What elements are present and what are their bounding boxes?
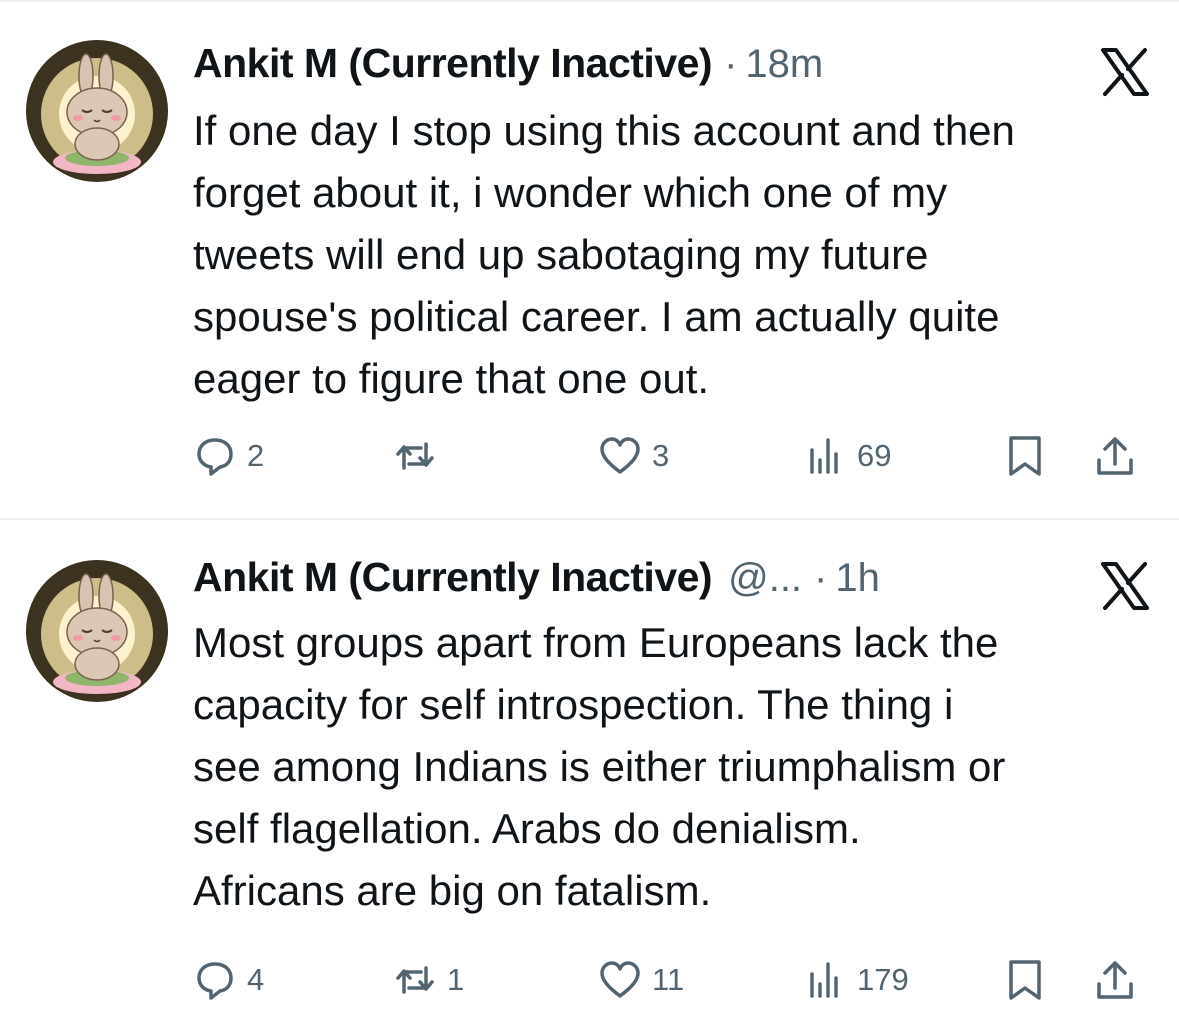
tweet-header: Ankit M (Currently Inactive) · 18m — [193, 40, 823, 100]
views-icon — [810, 438, 838, 474]
author-name[interactable]: Ankit M (Currently Inactive) — [193, 554, 713, 601]
bunny-avatar-image — [26, 560, 168, 702]
bookmark-button[interactable] — [1003, 426, 1047, 486]
avatar[interactable] — [26, 560, 168, 702]
top-divider — [0, 0, 1179, 6]
tweet-text-line: Africans are big on fatalism. — [193, 867, 712, 914]
bookmark-button[interactable] — [1003, 950, 1047, 1010]
like-button[interactable]: 3 — [598, 426, 669, 486]
tweet-text: Most groups apart from Europeans lack th… — [193, 612, 1153, 922]
avatar[interactable] — [26, 40, 168, 182]
author-name[interactable]: Ankit M (Currently Inactive) — [193, 40, 713, 87]
views-icon — [810, 962, 838, 998]
bookmark-icon — [1009, 436, 1041, 476]
like-count: 3 — [652, 438, 670, 473]
tweet-text-line: Most groups apart from Europeans lack th… — [193, 619, 999, 666]
reply-count: 2 — [247, 438, 265, 473]
like-count: 11 — [652, 962, 685, 997]
reply-button[interactable]: 2 — [193, 426, 264, 486]
tweet-header: Ankit M (Currently Inactive) @... · 1h — [193, 554, 880, 614]
reply-button[interactable]: 4 — [193, 950, 264, 1010]
x-logo-icon — [1099, 560, 1151, 612]
separator-dot: · — [724, 42, 738, 86]
timeline-feed: Ankit M (Currently Inactive) · 18m If on… — [0, 0, 1179, 1029]
tweet-actions: 2 3 69 — [193, 426, 1149, 486]
heart-icon — [600, 961, 640, 998]
bookmark-icon — [1009, 960, 1041, 1000]
retweet-icon — [396, 442, 434, 470]
views-button[interactable]: 179 — [803, 950, 909, 1010]
like-button[interactable]: 11 — [598, 950, 684, 1010]
tweet[interactable]: Ankit M (Currently Inactive) @... · 1h M… — [0, 520, 1179, 1029]
views-button[interactable]: 69 — [803, 426, 891, 486]
share-icon — [1097, 961, 1133, 999]
reply-icon — [197, 438, 233, 476]
tweet-text-line: spouse's political career. I am actually… — [193, 293, 1000, 340]
tweet[interactable]: Ankit M (Currently Inactive) · 18m If on… — [0, 8, 1179, 518]
reply-icon — [197, 962, 233, 1000]
views-count: 69 — [857, 438, 892, 473]
reply-count: 4 — [247, 962, 265, 997]
timestamp[interactable]: 1h — [835, 556, 880, 601]
retweet-count: 1 — [447, 962, 465, 997]
heart-icon — [600, 437, 640, 474]
x-logo-icon — [1099, 46, 1151, 98]
bunny-avatar-image — [26, 40, 168, 182]
timestamp[interactable]: 18m — [745, 42, 823, 87]
tweet-text-line: tweets will end up sabotaging my future — [193, 231, 929, 278]
tweet-text: If one day I stop using this account and… — [193, 100, 1153, 410]
separator-dot: · — [814, 556, 828, 600]
retweet-button[interactable] — [393, 426, 447, 486]
tweet-text-line: see among Indians is either triumphalism… — [193, 743, 1006, 790]
tweet-text-line: capacity for self introspection. The thi… — [193, 681, 954, 728]
tweet-text-line: eager to figure that one out. — [193, 355, 710, 402]
tweet-text-line: self flagellation. Arabs do denialism. — [193, 805, 861, 852]
retweet-button[interactable]: 1 — [393, 950, 464, 1010]
tweet-text-line: forget about it, i wonder which one of m… — [193, 169, 948, 216]
author-handle[interactable]: @... — [728, 556, 802, 601]
share-button[interactable] — [1093, 426, 1137, 486]
retweet-icon — [396, 966, 434, 994]
share-button[interactable] — [1093, 950, 1137, 1010]
views-count: 179 — [857, 962, 909, 997]
tweet-actions: 4 1 11 179 — [193, 950, 1149, 1010]
share-icon — [1097, 437, 1133, 475]
tweet-text-line: If one day I stop using this account and… — [193, 107, 1015, 154]
